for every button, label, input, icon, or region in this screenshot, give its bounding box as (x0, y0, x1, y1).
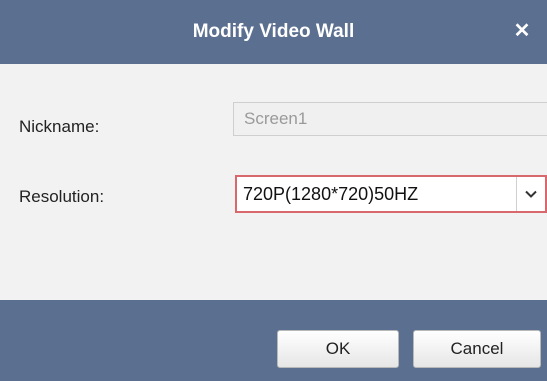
ok-button[interactable]: OK (277, 330, 399, 368)
dialog-title: Modify Video Wall (192, 21, 355, 42)
dialog-title-bar[interactable]: Modify Video Wall ✕ (0, 0, 547, 64)
chevron-down-icon[interactable] (516, 177, 545, 211)
resolution-selected-value: 720P(1280*720)50HZ (243, 184, 419, 204)
resolution-label: Resolution: (19, 187, 105, 206)
dialog-body: Nickname: Resolution: 720P(1280*720)50HZ (0, 64, 547, 300)
nickname-label: Nickname: (19, 117, 100, 136)
modify-video-wall-dialog: Modify Video Wall ✕ Nickname: Resolution… (0, 0, 547, 381)
nickname-field[interactable] (233, 102, 547, 136)
cancel-button[interactable]: Cancel (413, 330, 541, 368)
close-icon[interactable]: ✕ (509, 18, 535, 44)
dialog-footer: OK Cancel (0, 300, 547, 381)
resolution-select[interactable]: 720P(1280*720)50HZ (235, 175, 547, 213)
